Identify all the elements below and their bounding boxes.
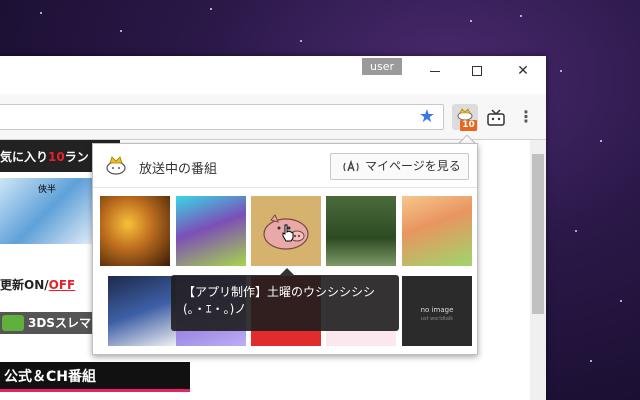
- official-channel-heading: 公式＆CH番組: [0, 362, 190, 392]
- tv-icon[interactable]: [486, 107, 506, 127]
- update-on-link[interactable]: ON: [24, 278, 44, 292]
- maximize-icon: [472, 66, 482, 76]
- crown-icon: [457, 108, 473, 121]
- ranking-label: ラン: [64, 150, 89, 164]
- program-thumbnail[interactable]: [326, 196, 396, 266]
- ds-thread-label: 3DSスレマ: [28, 316, 91, 330]
- tooltip-line-1: 【アプリ制作】土曜のウシシシシシ: [183, 285, 376, 299]
- mypage-label: マイページを見る: [365, 159, 461, 173]
- extension-count-badge: 10: [460, 120, 477, 131]
- tooltip-line-2: (｡・ｴ・｡)ノ: [183, 302, 247, 316]
- update-toggle: 更新ON/OFF: [0, 276, 75, 293]
- update-off-link[interactable]: OFF: [49, 278, 76, 292]
- program-thumbnail[interactable]: [251, 196, 321, 266]
- broadcast-icon: [343, 159, 359, 172]
- bookmark-star-icon[interactable]: ★: [417, 107, 437, 127]
- popup-title: 放送中の番組: [139, 162, 218, 177]
- maximize-button[interactable]: [462, 60, 492, 82]
- update-label: 更新: [0, 278, 25, 292]
- close-icon: ✕: [517, 63, 529, 79]
- program-thumbnail[interactable]: [176, 196, 246, 266]
- favorites-count: 10: [48, 150, 65, 164]
- program-thumbnail[interactable]: [402, 196, 472, 266]
- no-image-label: no image: [420, 306, 454, 314]
- nico-logo-icon: [106, 156, 126, 175]
- address-bar[interactable]: ★: [0, 104, 444, 130]
- browser-menu-icon[interactable]: ⋮: [518, 106, 534, 128]
- nico-extension-button[interactable]: 10: [452, 104, 478, 131]
- minimize-button[interactable]: [420, 60, 450, 82]
- program-thumbnail[interactable]: [100, 196, 170, 266]
- program-thumbnail-no-image[interactable]: no image ust worldtalk: [402, 276, 472, 346]
- tooltip-arrow: [280, 268, 294, 275]
- close-button[interactable]: ✕: [508, 60, 538, 82]
- side-thumbnail[interactable]: 俠半: [0, 178, 96, 244]
- no-image-sublabel: ust worldtalk: [420, 316, 454, 322]
- title-bar: user ✕: [0, 56, 546, 94]
- program-thumbnail[interactable]: [108, 276, 178, 346]
- side-thumbnail-name: 俠半: [38, 185, 57, 195]
- favorites-label: 気に入り: [0, 150, 49, 164]
- program-title-tooltip: 【アプリ制作】土曜のウシシシシシ (｡・ｴ・｡)ノ: [171, 275, 399, 331]
- ds-icon: [2, 315, 24, 331]
- minimize-icon: [430, 70, 440, 72]
- mypage-button[interactable]: マイページを見る: [330, 153, 469, 180]
- popup-header: 放送中の番組 マイページを見る: [93, 144, 477, 188]
- user-profile-badge[interactable]: user: [362, 58, 402, 75]
- browser-toolbar: ★ 10 ⋮: [0, 94, 546, 140]
- page-scrollbar-thumb[interactable]: [532, 154, 544, 314]
- favorites-nav-text: 気に入り10ラン: [0, 148, 89, 165]
- hand-cursor-icon: [282, 224, 294, 242]
